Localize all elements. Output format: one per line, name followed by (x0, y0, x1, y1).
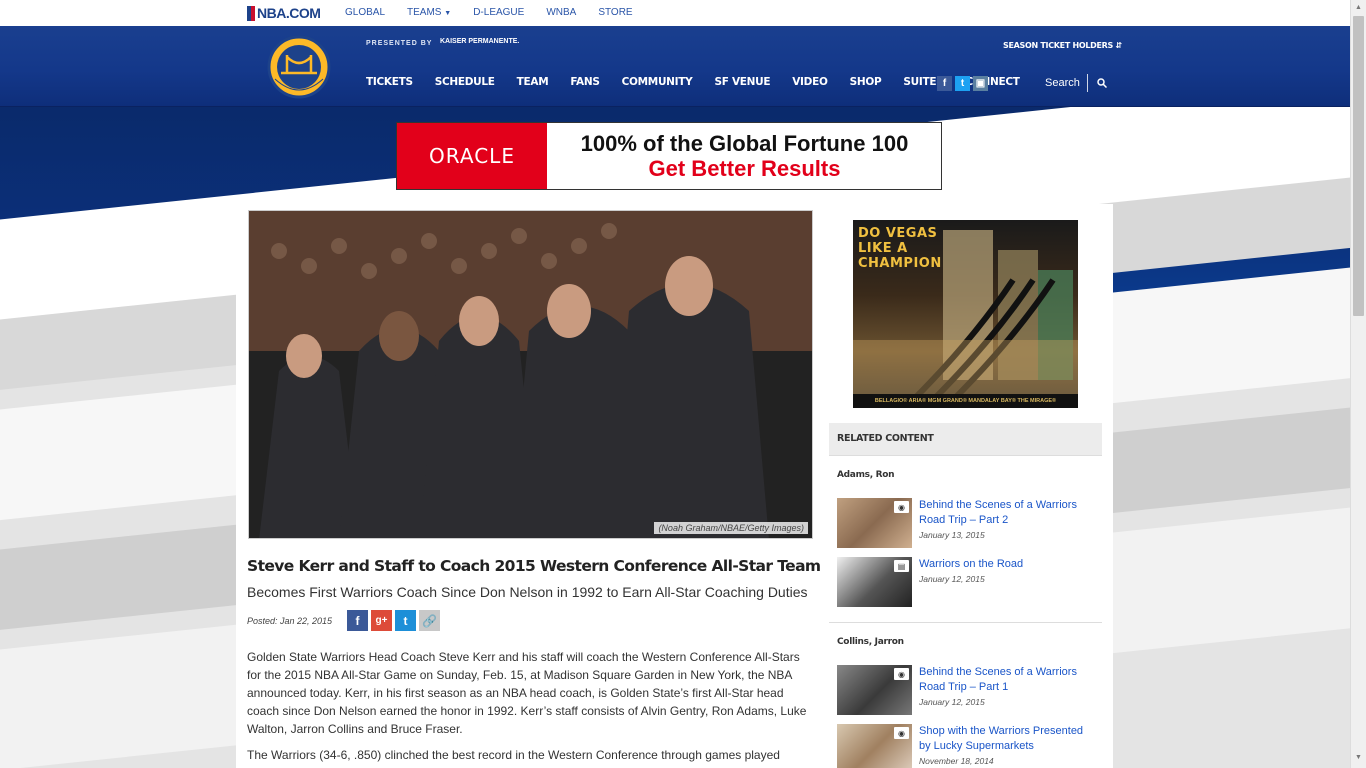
nav-tickets[interactable]: TICKETS (366, 76, 413, 89)
sort-arrows-icon: ⇵ (1115, 41, 1123, 50)
article-title: Steve Kerr and Staff to Coach 2015 Weste… (247, 557, 821, 575)
nav-shop[interactable]: SHOP (850, 76, 882, 89)
top-link-teams[interactable]: TEAMS ▼ (407, 7, 451, 18)
vegas-ad-line1: DO VEGAS (858, 226, 938, 241)
nba-logo-text: NBA.COM (257, 5, 321, 21)
related-content-header: RELATED CONTENT (829, 423, 1102, 456)
search-divider (1087, 74, 1088, 92)
related-item[interactable]: ◉ Behind the Scenes of a Warriors Road T… (837, 498, 1097, 548)
season-ticket-holders-label: SEASON TICKET HOLDERS (1003, 41, 1113, 50)
nav-video[interactable]: VIDEO (792, 76, 828, 89)
instagram-icon[interactable]: ▣ (973, 76, 988, 91)
top-links: GLOBAL TEAMS ▼ D-LEAGUE WNBA STORE (345, 7, 655, 18)
social-links: f t ▣ (937, 76, 988, 91)
vertical-scrollbar[interactable]: ▲ ▼ (1350, 0, 1366, 768)
facebook-share-icon[interactable]: f (347, 610, 368, 631)
vegas-ad-line2: LIKE A (858, 241, 908, 256)
related-item-title[interactable]: Behind the Scenes of a Warriors Road Tri… (919, 665, 1097, 695)
related-item[interactable]: ◉ Shop with the Warriors Presented by Lu… (837, 724, 1097, 768)
camera-icon: ◉ (894, 727, 909, 739)
twitter-share-icon[interactable]: t (395, 610, 416, 631)
nba-logo[interactable]: NBA.COM (247, 5, 321, 21)
posted-date: Posted: Jan 22, 2015 (247, 616, 333, 626)
related-item[interactable]: ▤ Warriors on the Road January 12, 2015 (837, 557, 1097, 607)
top-link-global[interactable]: GLOBAL (345, 7, 385, 18)
oracle-logo: ORACLE (397, 123, 547, 189)
related-item-title[interactable]: Warriors on the Road (919, 557, 1097, 572)
vegas-ad-line3: CHAMPION (858, 256, 942, 271)
related-item-date: January 12, 2015 (919, 574, 985, 584)
nba-top-bar: NBA.COM GLOBAL TEAMS ▼ D-LEAGUE WNBA STO… (0, 0, 1350, 27)
article-icon: ▤ (894, 560, 909, 572)
related-item-date: November 18, 2014 (919, 756, 994, 766)
facebook-icon[interactable]: f (937, 76, 952, 91)
article-photo: (Noah Graham/NBAE/Getty Images) (248, 210, 813, 539)
nav-sf-venue[interactable]: SF VENUE (714, 76, 770, 89)
share-buttons: f g+ t 🔗 (347, 610, 440, 631)
search-label[interactable]: Search (1045, 77, 1080, 89)
vegas-side-ad[interactable]: DO VEGAS LIKE A CHAMPION BELLAGIO® ARIA®… (853, 220, 1078, 408)
link-share-icon[interactable]: 🔗 (419, 610, 440, 631)
top-link-store[interactable]: STORE (598, 7, 632, 18)
related-item-date: January 12, 2015 (919, 697, 985, 707)
presented-by-label: PRESENTED BY (366, 40, 433, 47)
scroll-down-arrow-icon[interactable]: ▼ (1355, 754, 1362, 761)
photo-caption: (Noah Graham/NBAE/Getty Images) (654, 522, 808, 534)
related-group-collins[interactable]: Collins, Jarron (837, 637, 904, 647)
google-plus-share-icon[interactable]: g+ (371, 610, 392, 631)
oracle-banner-ad[interactable]: ORACLE 100% of the Global Fortune 100 Ge… (396, 122, 942, 190)
top-link-wnba[interactable]: WNBA (546, 7, 576, 18)
nav-team[interactable]: TEAM (517, 76, 549, 89)
camera-icon: ◉ (894, 668, 909, 680)
warriors-header: PRESENTED BY KAISER PERMANENTE. SEASON T… (0, 26, 1350, 107)
nav-community[interactable]: COMMUNITY (622, 76, 693, 89)
related-item-title[interactable]: Shop with the Warriors Presented by Luck… (919, 724, 1097, 754)
warriors-logo[interactable] (267, 33, 331, 101)
nav-fans[interactable]: FANS (570, 76, 600, 89)
article-paragraph-2: The Warriors (34-6, .850) clinched the b… (247, 748, 780, 762)
banner-ad-line1: 100% of the Global Fortune 100 (580, 131, 909, 156)
article-subtitle: Becomes First Warriors Coach Since Don N… (247, 584, 808, 600)
season-ticket-holders-menu[interactable]: SEASON TICKET HOLDERS ⇵ (1003, 41, 1122, 50)
related-content-title: RELATED CONTENT (837, 433, 934, 444)
vegas-ad-footer: BELLAGIO® ARIA® MGM GRAND® MANDALAY BAY®… (853, 394, 1078, 408)
vegas-ad-headline: DO VEGAS LIKE A CHAMPION (858, 226, 942, 271)
scroll-up-arrow-icon[interactable]: ▲ (1355, 4, 1362, 11)
related-group-adams[interactable]: Adams, Ron (837, 470, 895, 480)
camera-icon: ◉ (894, 501, 909, 513)
related-divider (829, 622, 1102, 623)
nav-schedule[interactable]: SCHEDULE (435, 76, 495, 89)
related-item-date: January 13, 2015 (919, 530, 985, 540)
chevron-down-icon: ▼ (444, 10, 452, 17)
article-paragraph-1: Golden State Warriors Head Coach Steve K… (247, 650, 807, 736)
search-icon[interactable] (1097, 78, 1107, 88)
related-item-title[interactable]: Behind the Scenes of a Warriors Road Tri… (919, 498, 1097, 528)
twitter-icon[interactable]: t (955, 76, 970, 91)
kaiser-permanente-logo[interactable]: KAISER PERMANENTE. (440, 38, 519, 45)
banner-ad-line2: Get Better Results (648, 156, 841, 181)
coaches-photo-illustration (249, 211, 812, 538)
top-link-dleague[interactable]: D-LEAGUE (473, 7, 524, 18)
content-panel: (Noah Graham/NBAE/Getty Images) Steve Ke… (236, 204, 1113, 768)
scrollbar-thumb[interactable] (1353, 16, 1364, 316)
top-link-teams-label: TEAMS (407, 7, 442, 18)
related-item[interactable]: ◉ Behind the Scenes of a Warriors Road T… (837, 665, 1097, 715)
nba-logo-mark (247, 5, 255, 21)
